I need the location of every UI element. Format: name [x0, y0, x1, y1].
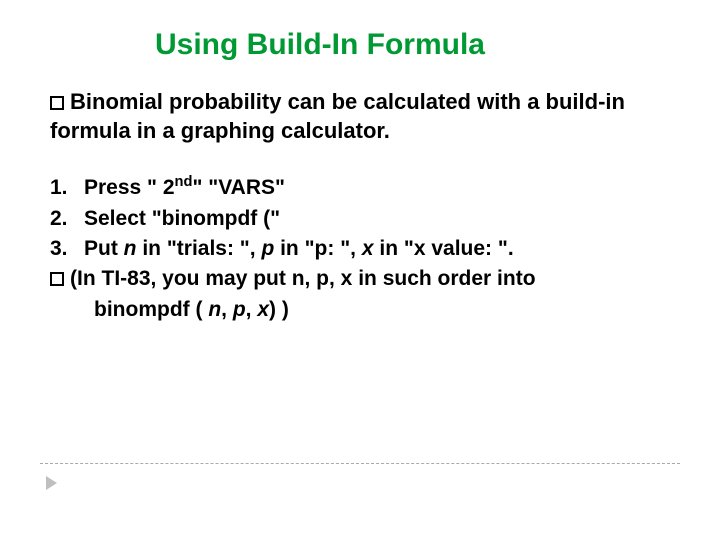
square-bullet-icon — [50, 96, 64, 110]
step-text: in "x value: ". — [374, 237, 514, 260]
step-1: 1.Press " 2nd" "VARS" — [50, 173, 670, 202]
intro-lead: Binomial — [70, 89, 163, 114]
step-2: 2.Select "binompdf (" — [50, 205, 670, 233]
note-text: ) ) — [269, 298, 289, 321]
var-x: x — [257, 298, 269, 321]
note-line-2: binompdf ( n, p, x) ) — [94, 296, 670, 324]
note-text: TI-83, you may put n, p, x in such order… — [96, 267, 536, 290]
note-text: , — [221, 298, 233, 321]
footer-divider — [40, 463, 680, 464]
note-lead: (In — [70, 267, 96, 290]
step-text: in "p: ", — [274, 237, 362, 260]
step-text: in "trials: ", — [137, 237, 262, 260]
intro-paragraph: Binomial probability can be calculated w… — [50, 88, 670, 145]
step-text: Select "binompdf (" — [84, 207, 280, 230]
var-p: p — [261, 237, 274, 260]
var-n: n — [208, 298, 221, 321]
step-number: 3. — [50, 235, 84, 263]
step-3: 3.Put n in "trials: ", p in "p: ", x in … — [50, 235, 670, 263]
note-text: binompdf ( — [94, 298, 208, 321]
step-text: Put — [84, 237, 124, 260]
var-x: x — [362, 237, 374, 260]
step-text: Press " 2 — [84, 176, 175, 199]
var-p: p — [233, 298, 246, 321]
note-text: , — [246, 298, 258, 321]
step-number: 2. — [50, 205, 84, 233]
slide-title: Using Build-In Formula — [90, 28, 550, 62]
step-number: 1. — [50, 174, 84, 202]
step-sup: nd — [175, 174, 193, 190]
var-n: n — [124, 237, 137, 260]
step-text: " "VARS" — [192, 176, 285, 199]
nav-arrow-icon — [46, 476, 57, 490]
square-bullet-icon — [50, 272, 64, 286]
steps-list: 1.Press " 2nd" "VARS" 2.Select "binompdf… — [50, 173, 670, 324]
note-line-1: (In TI-83, you may put n, p, x in such o… — [50, 265, 670, 293]
